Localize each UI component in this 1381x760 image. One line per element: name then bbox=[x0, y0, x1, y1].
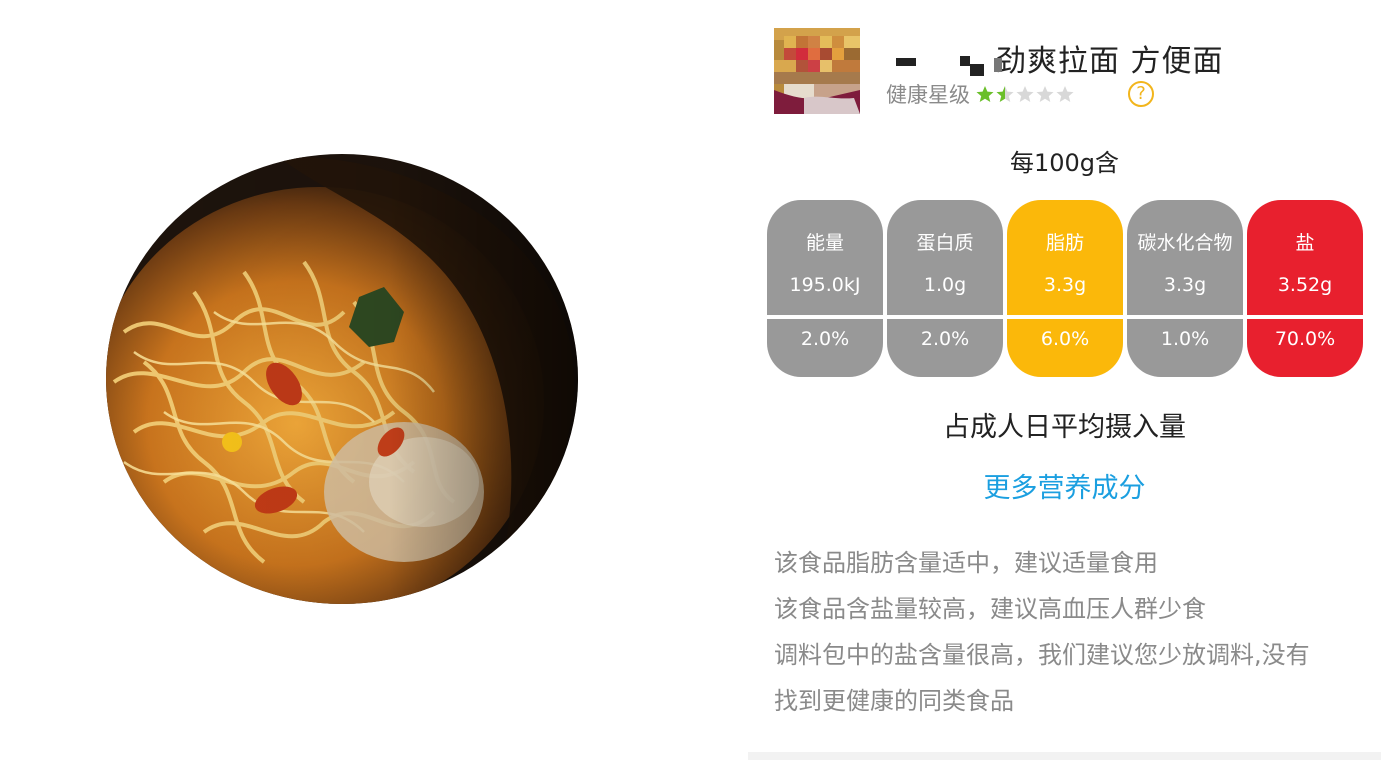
noodle-bowl-image bbox=[106, 154, 578, 604]
nutrition-column: 脂肪 3.3g 6.0% bbox=[1007, 200, 1123, 377]
redaction-mark bbox=[960, 56, 970, 66]
advice-item: 该食品脂肪含量适中，建议适量食用 bbox=[774, 549, 1158, 577]
nutrient-value: 1.0g bbox=[923, 274, 967, 296]
health-rating-row: 健康星级 bbox=[886, 79, 1076, 109]
star-rating bbox=[976, 85, 1076, 103]
nutrition-column: 盐 3.52g 70.0% bbox=[1247, 200, 1363, 377]
column-divider bbox=[767, 315, 883, 319]
per-100g-label: 每100g含 bbox=[1009, 149, 1120, 177]
product-name: 劲爽拉面 方便面 bbox=[900, 36, 1224, 80]
advice-list: 该食品脂肪含量适中，建议适量食用 该食品含盐量较高，建议高血压人群少食 调料包中… bbox=[774, 540, 1374, 724]
advice-item: 调料包中的盐含量很高，我们建议您少放调料,没有 bbox=[774, 641, 1310, 669]
nutrient-percent: 2.0% bbox=[920, 328, 970, 350]
question-circle-icon[interactable]: ? bbox=[1128, 81, 1154, 107]
product-thumbnail-image bbox=[774, 28, 860, 114]
nutrient-percent: 70.0% bbox=[1274, 328, 1336, 350]
nutrient-percent: 2.0% bbox=[800, 328, 850, 350]
nutrient-name: 碳水化合物 bbox=[1137, 232, 1233, 254]
product-name-text: 劲爽拉面 方便面 bbox=[996, 44, 1224, 79]
redaction-mark bbox=[970, 64, 984, 76]
nutrient-value: 3.52g bbox=[1277, 274, 1333, 296]
nutrient-value: 195.0kJ bbox=[789, 274, 861, 296]
column-divider bbox=[1007, 315, 1123, 319]
advice-item: 找到更健康的同类食品 bbox=[774, 687, 1014, 715]
product-thumbnail[interactable] bbox=[774, 28, 860, 114]
nutrient-name: 蛋白质 bbox=[916, 232, 974, 254]
health-rating-label: 健康星级 bbox=[886, 83, 970, 107]
nutrient-percent: 6.0% bbox=[1040, 328, 1090, 350]
star-icon bbox=[996, 86, 1014, 102]
advice-item: 该食品含盐量较高，建议高血压人群少食 bbox=[774, 595, 1206, 623]
nutrient-value: 3.3g bbox=[1043, 274, 1087, 296]
nutrient-name: 盐 bbox=[1295, 232, 1315, 254]
column-divider bbox=[887, 315, 1003, 319]
star-icon bbox=[976, 86, 994, 102]
nutrition-column: 能量 195.0kJ 2.0% bbox=[767, 200, 883, 377]
redaction-mark bbox=[994, 58, 1002, 72]
nutrient-percent: 1.0% bbox=[1160, 328, 1210, 350]
star-icon bbox=[1036, 86, 1054, 102]
bottom-divider bbox=[748, 752, 1381, 760]
nutrition-table: 能量 195.0kJ 2.0% 蛋白质 1.0g 2.0% 脂肪 3.3g 6.0% 碳水化合物 3… bbox=[767, 200, 1364, 377]
star-icon bbox=[1056, 86, 1074, 102]
nutrient-name: 能量 bbox=[805, 232, 844, 254]
column-divider bbox=[1127, 315, 1243, 319]
nutrition-column: 蛋白质 1.0g 2.0% bbox=[887, 200, 1003, 377]
nutrient-name: 脂肪 bbox=[1045, 232, 1084, 254]
column-divider bbox=[1247, 315, 1363, 319]
nutrition-column: 碳水化合物 3.3g 1.0% bbox=[1127, 200, 1243, 377]
redaction-mark bbox=[896, 58, 916, 66]
star-icon bbox=[1016, 86, 1034, 102]
daily-intake-label: 占成人日平均摄入量 bbox=[943, 412, 1186, 443]
nutrient-value: 3.3g bbox=[1163, 274, 1207, 296]
more-nutrition-link[interactable]: 更多营养成分 bbox=[748, 466, 1381, 505]
product-detail-panel: 劲爽拉面 方便面 健康星级 ? 每100g含 能量 195.0kJ 2.0% 蛋白质 1… bbox=[748, 0, 1381, 760]
